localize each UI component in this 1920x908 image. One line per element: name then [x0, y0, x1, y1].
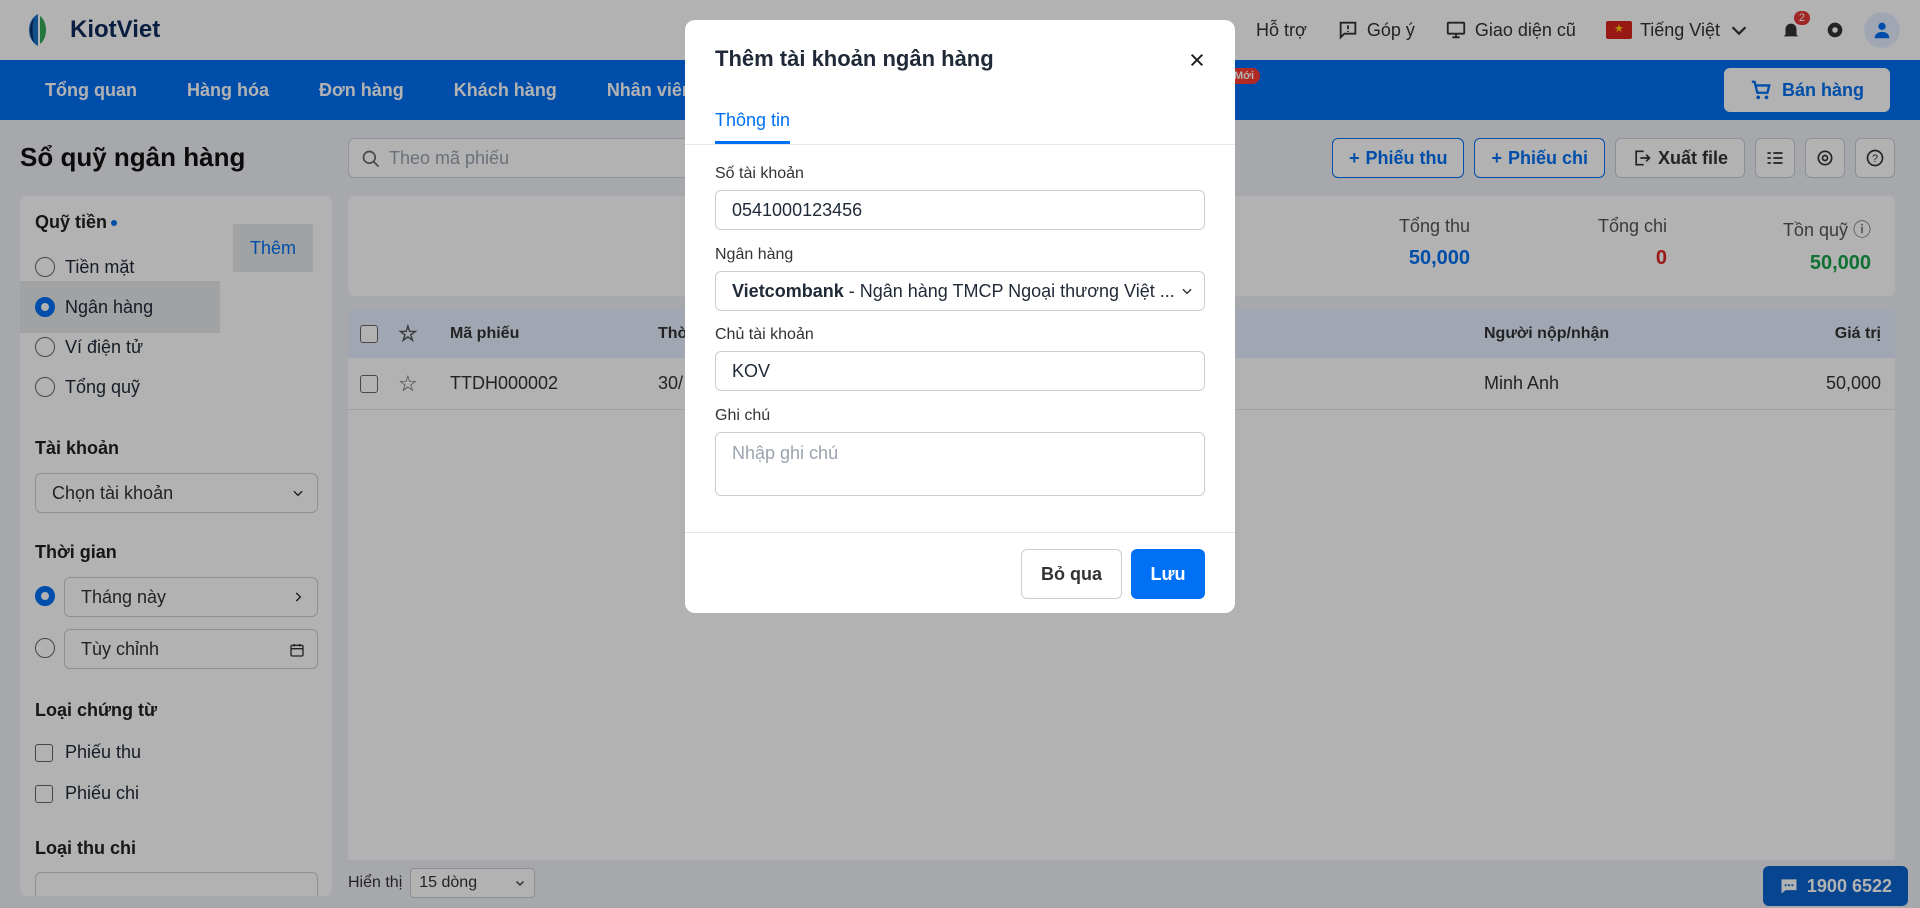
account-number-label: Số tài khoản	[715, 165, 804, 182]
dialog-title: Thêm tài khoản ngân hàng	[715, 46, 994, 71]
note-label: Ghi chú	[715, 407, 771, 424]
tab-divider	[685, 144, 1235, 145]
tab-info[interactable]: Thông tin	[715, 110, 791, 144]
account-number-input[interactable]: 0541000123456	[715, 190, 1205, 230]
note-textarea[interactable]: Nhập ghi chú	[715, 432, 1205, 496]
add-bank-account-dialog: Thêm tài khoản ngân hàng Thông tin Số tà…	[685, 20, 1235, 613]
account-holder-input[interactable]: KOV	[715, 351, 1205, 391]
account-holder-label: Chủ tài khoản	[715, 326, 814, 343]
close-icon	[1190, 53, 1204, 67]
bank-full-name: - Ngân hàng TMCP Ngoại thương Việt ...	[843, 280, 1175, 301]
save-button[interactable]: Lưu	[1131, 549, 1205, 599]
bank-select[interactable]: Vietcombank - Ngân hàng TMCP Ngoại thươn…	[715, 271, 1205, 311]
bank-label: Ngân hàng	[715, 246, 794, 263]
note-placeholder: Nhập ghi chú	[732, 443, 839, 463]
bank-short-name: Vietcombank	[732, 280, 844, 301]
chevron-down-icon	[1182, 288, 1192, 295]
cancel-button[interactable]: Bỏ qua	[1021, 549, 1122, 599]
footer-divider	[685, 532, 1235, 533]
close-dialog-button[interactable]	[1189, 52, 1205, 73]
